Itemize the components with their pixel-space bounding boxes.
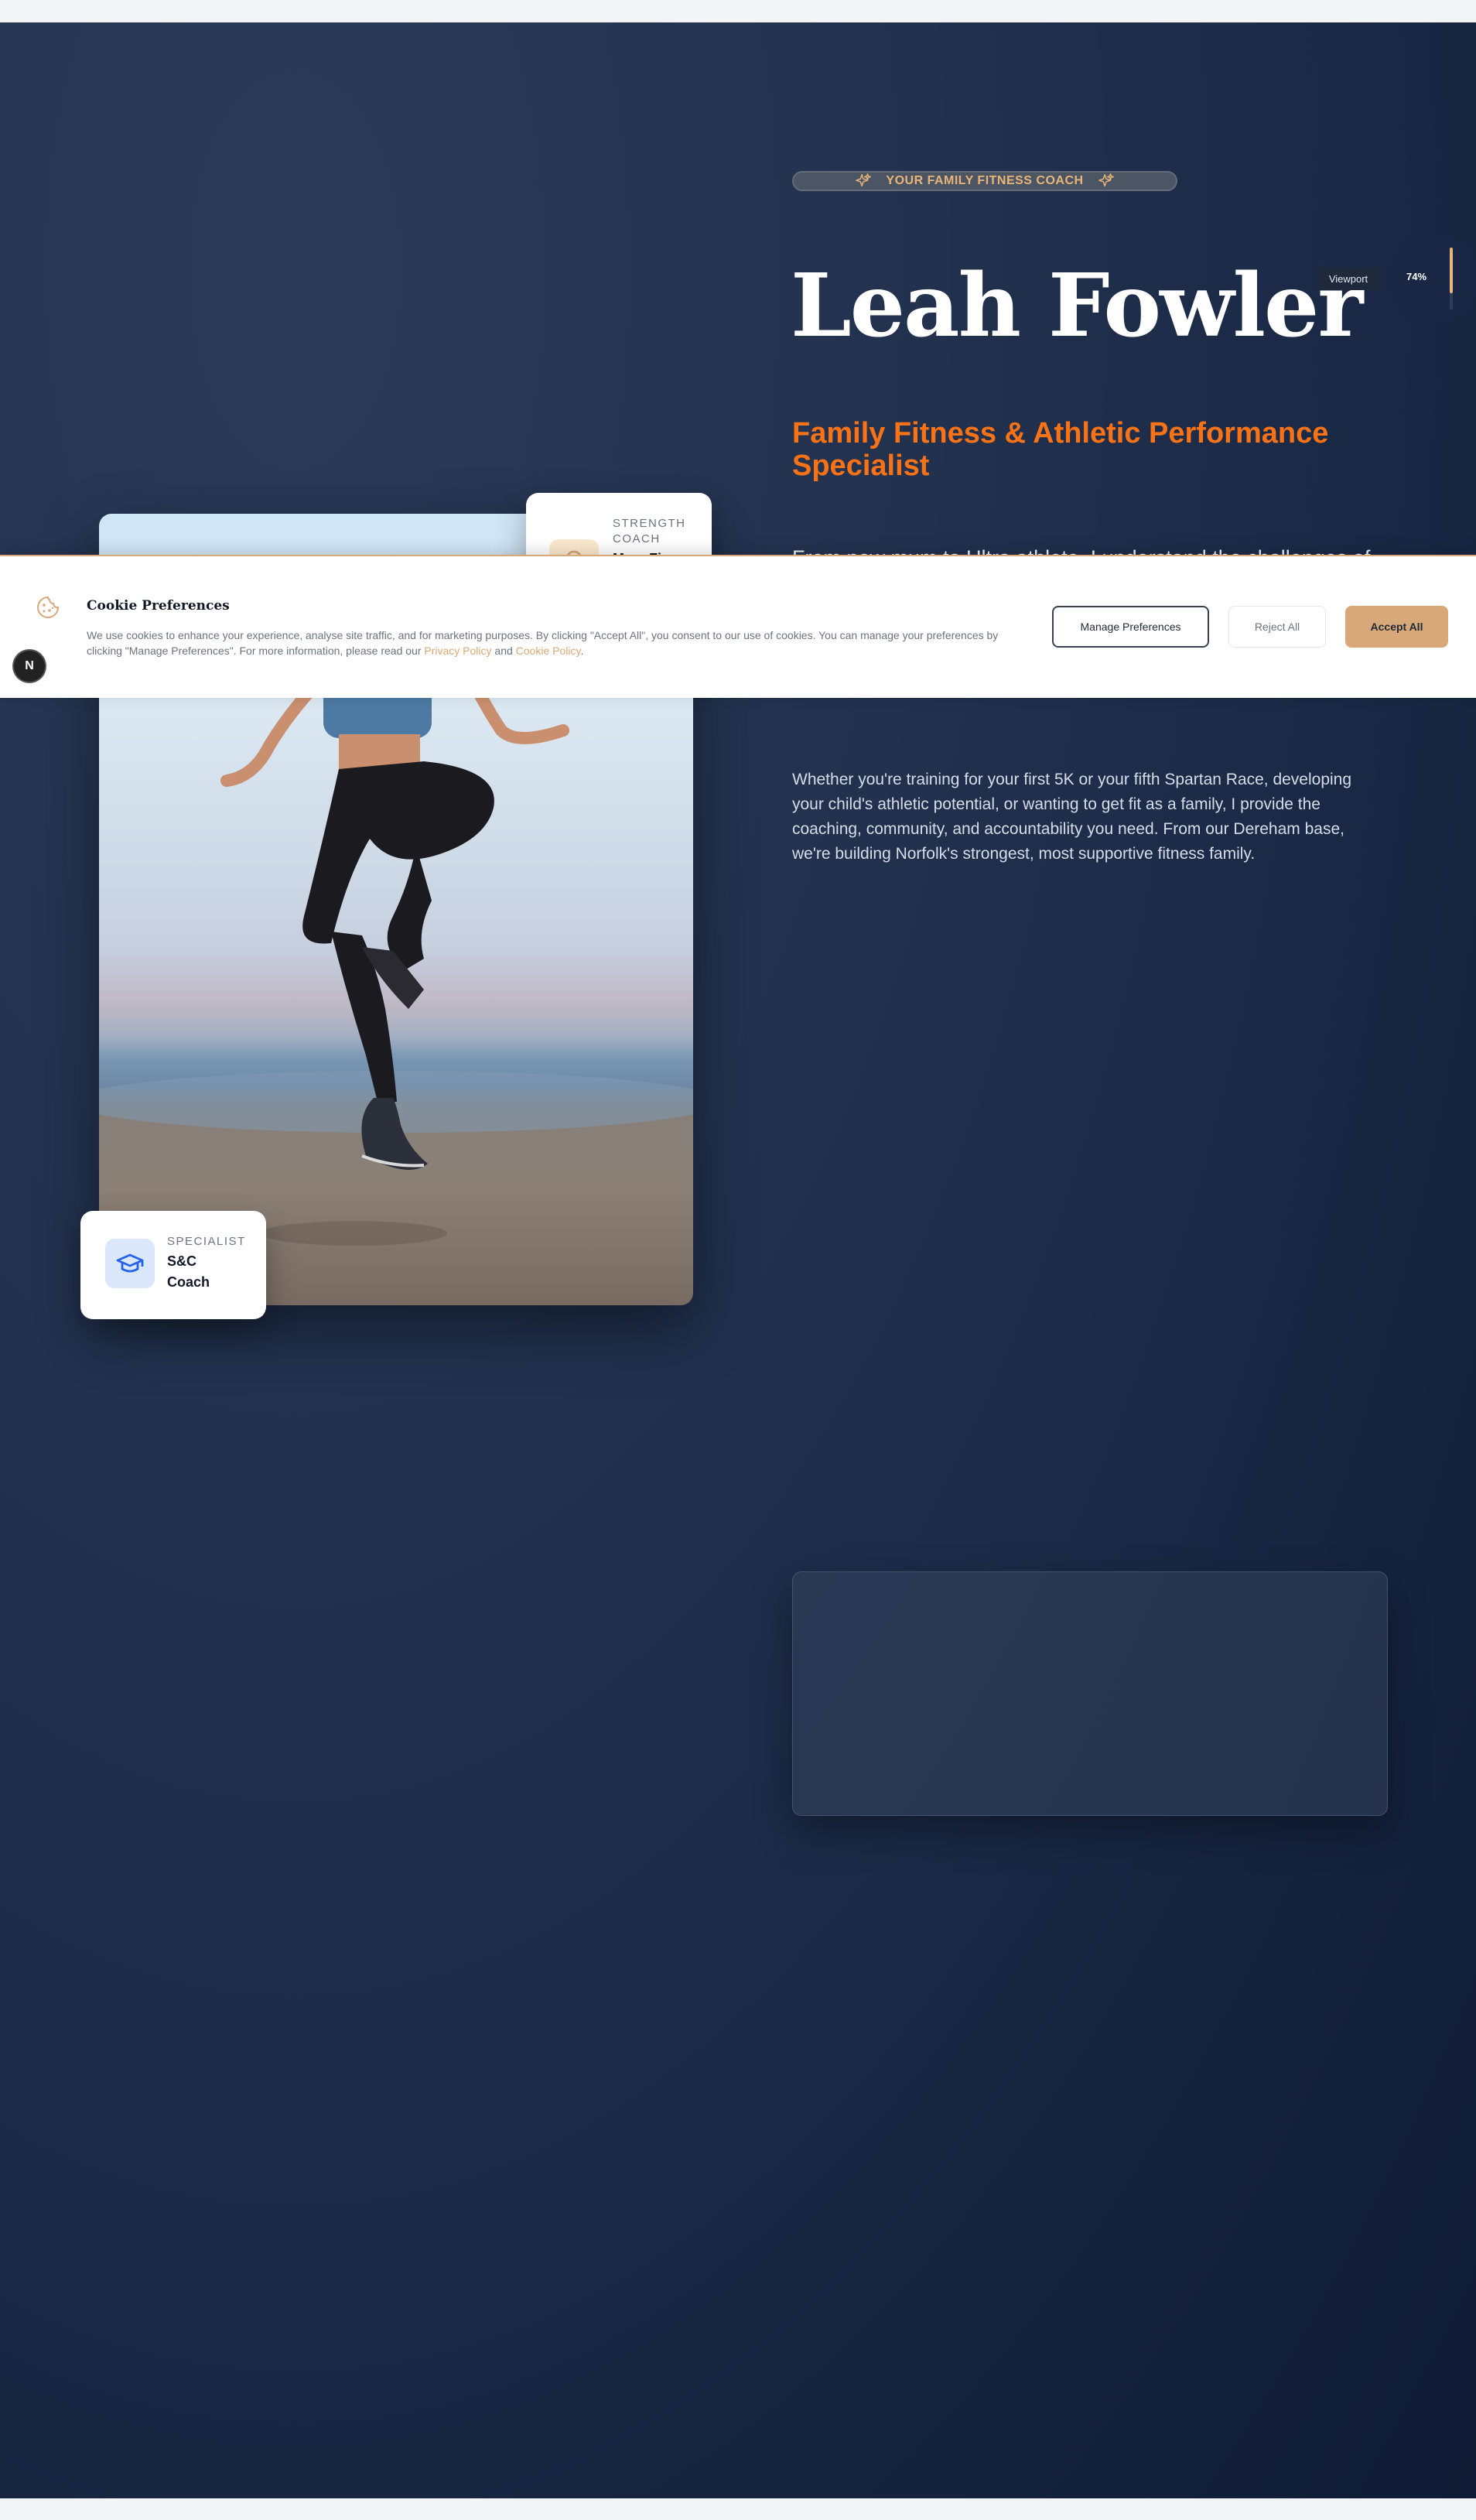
cookie-title: Cookie Preferences <box>87 598 230 614</box>
hero-description: Whether you're training for your first 5… <box>792 771 1352 863</box>
browser-bottom-strip <box>0 2498 1476 2520</box>
specialist-card: SPECIALIST S&C Coach <box>80 1211 266 1319</box>
viewport-label: Viewport <box>1317 267 1380 290</box>
hero-badge-text: YOUR FAMILY FITNESS COACH <box>886 174 1084 187</box>
reject-all-button[interactable]: Reject All <box>1228 606 1326 648</box>
manage-preferences-button[interactable]: Manage Preferences <box>1052 606 1209 648</box>
cookie-icon <box>37 596 60 618</box>
accept-all-button[interactable]: Accept All <box>1345 606 1448 648</box>
cookie-text-period: . <box>580 645 584 657</box>
card-label: SPECIALIST <box>167 1235 246 1248</box>
cookie-banner: Cookie Preferences We use cookies to enh… <box>0 555 1476 698</box>
browser-top-strip <box>0 0 1476 22</box>
page-title: Leah Fowler <box>791 255 1363 357</box>
hero-badge: YOUR FAMILY FITNESS COACH <box>792 171 1177 191</box>
placeholder-card <box>792 1571 1388 1816</box>
sparkle-icon <box>856 173 872 187</box>
cookie-policy-link[interactable]: Cookie Policy <box>516 645 581 657</box>
privacy-policy-link[interactable]: Privacy Policy <box>424 645 491 657</box>
card-label: STRENGTH COACH <box>613 517 686 545</box>
graduation-cap-icon <box>105 1239 155 1288</box>
cookie-description: We use cookies to enhance your experienc… <box>87 627 999 658</box>
cookie-text-and: and <box>491 645 516 657</box>
scroll-progress-indicator[interactable]: 74% <box>1389 234 1476 323</box>
hero-section: YOUR FAMILY FITNESS COACH Leah Fowler Fa… <box>0 22 1476 2498</box>
scroll-progress-track <box>1450 248 1453 309</box>
card-value: S&C Coach <box>167 1253 210 1290</box>
sparkle-icon <box>1098 173 1114 187</box>
hero-subtitle: Family Fitness & Athletic Performance Sp… <box>792 417 1329 482</box>
dev-tools-badge[interactable]: N <box>14 651 45 682</box>
scroll-progress-fill <box>1450 248 1453 294</box>
scroll-progress-percent: 74% <box>1406 271 1427 282</box>
